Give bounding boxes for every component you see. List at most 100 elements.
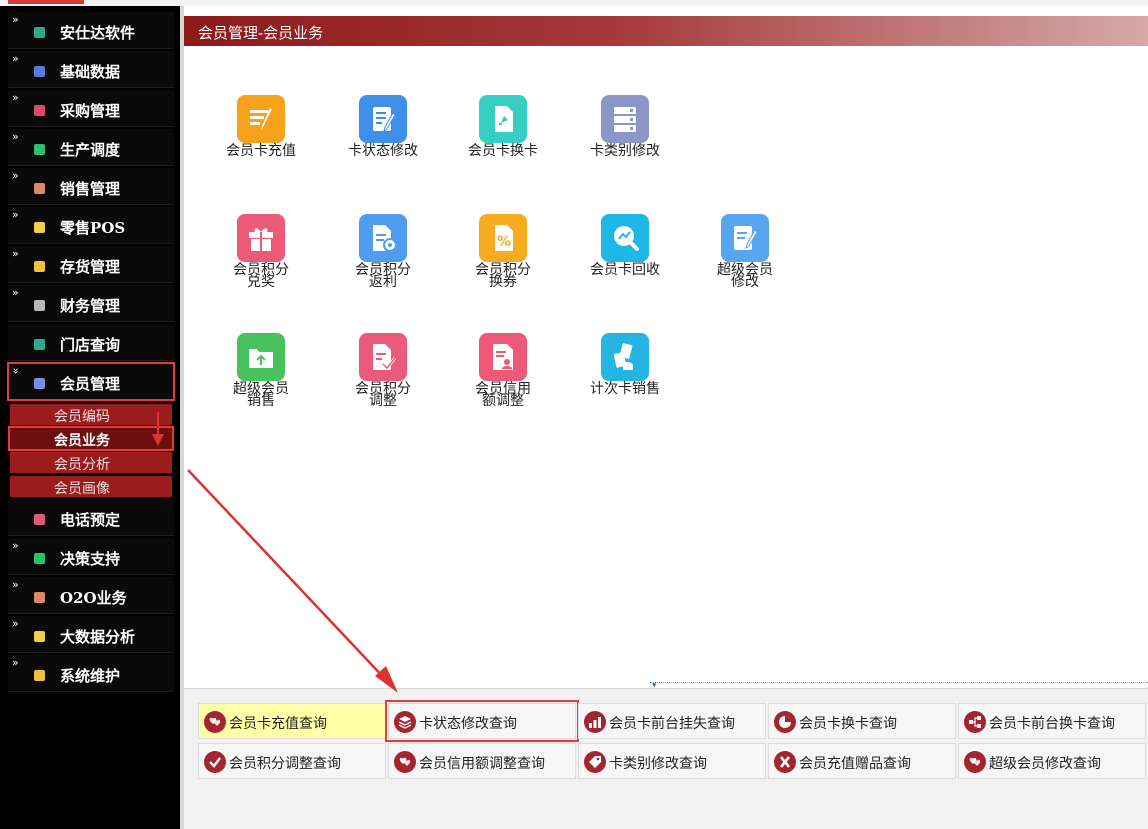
tile-label: 计次卡销售: [590, 381, 660, 397]
sidebar-item-label: 决策支持: [60, 550, 121, 568]
module-icon: [34, 261, 45, 272]
tag-icon: [584, 751, 606, 773]
query-card-replace[interactable]: 会员卡换卡查询: [768, 703, 956, 739]
sidebar-item-purchase[interactable]: » 采购管理: [8, 90, 174, 127]
tile-points-adjust[interactable]: 会员积分调整: [328, 333, 438, 443]
hearts-icon: [964, 751, 986, 773]
query-recharge-gift[interactable]: 会员充值赠品查询: [768, 743, 956, 779]
module-icon: [34, 105, 45, 116]
tile-label: 超级会员修改: [717, 262, 773, 290]
chevron-right-icon: »: [12, 208, 19, 221]
points-rebate-icon: [359, 214, 407, 262]
sidebar-item-decision-support[interactable]: » 决策支持: [8, 538, 174, 575]
credit-adjust-icon: [479, 333, 527, 381]
points-adjust-icon: [359, 333, 407, 381]
card-replace-icon: [479, 95, 527, 143]
query-card-type-edit[interactable]: 卡类别修改查询: [578, 743, 766, 779]
module-icon: [34, 222, 45, 233]
sidebar-item-inventory[interactable]: » 存货管理: [8, 246, 174, 283]
sidebar-item-sales[interactable]: » 销售管理: [8, 168, 174, 205]
sidebar-item-system-maintenance[interactable]: » 系统维护: [8, 655, 174, 692]
submenu-item-label: 会员画像: [54, 481, 110, 497]
sidebar-item-label: O2O业务: [60, 589, 127, 607]
chevron-right-icon: »: [12, 52, 19, 65]
tile-label: 会员积分兑奖: [233, 262, 289, 290]
tile-count-card-sale[interactable]: 计次卡销售: [570, 333, 680, 443]
sidebar-item-label: 会员管理: [60, 375, 121, 393]
tile-label: 超级会员销售: [233, 381, 289, 409]
chevron-right-icon: »: [12, 656, 19, 669]
card-type-edit-icon: [601, 95, 649, 143]
module-icon: [34, 66, 45, 77]
tile-card-recharge[interactable]: 会员卡充值: [206, 95, 316, 205]
sidebar-item-member-management[interactable]: » 会员管理: [7, 362, 175, 401]
tile-super-member-edit[interactable]: 超级会员修改: [690, 214, 800, 324]
count-card-sale-icon: [601, 333, 649, 381]
tile-super-member-sale[interactable]: 超级会员销售: [206, 333, 316, 443]
query-label: 会员信用额调整查询: [419, 756, 545, 772]
sidebar-item-store-query[interactable]: 门店查询: [8, 324, 174, 361]
tile-label: 会员卡回收: [590, 262, 660, 278]
sidebar-item-o2o[interactable]: » O2O业务: [8, 577, 174, 614]
module-icon: [34, 631, 45, 642]
module-icon: [34, 592, 45, 603]
module-icon: [34, 27, 45, 38]
sidebar-item-phone-booking[interactable]: 电话预定: [8, 499, 174, 536]
module-icon: [34, 339, 45, 350]
sidebar-item-label: 门店查询: [60, 336, 121, 354]
submenu-item-member-portrait[interactable]: 会员画像: [10, 476, 172, 497]
chevron-right-icon: »: [12, 617, 19, 630]
active-tab-indicator: [8, 0, 84, 4]
query-front-loss-report[interactable]: 会员卡前台挂失查询: [578, 703, 766, 739]
hearts-icon: [394, 751, 416, 773]
tile-label: 会员信用额调整: [475, 381, 531, 409]
submenu-item-member-business[interactable]: 会员业务: [8, 426, 174, 451]
submenu-item-member-analysis[interactable]: 会员分析: [10, 452, 172, 473]
tile-card-replace[interactable]: 会员卡换卡: [448, 95, 558, 205]
query-label: 卡状态修改查询: [419, 716, 517, 732]
check-icon: [204, 751, 226, 773]
chevron-right-icon: »: [12, 286, 19, 299]
points-coupon-icon: %: [479, 214, 527, 262]
tile-credit-adjust[interactable]: 会员信用额调整: [448, 333, 558, 443]
tile-label: 会员卡充值: [226, 143, 296, 159]
sidebar-item-retail-pos[interactable]: » 零售POS: [8, 207, 174, 244]
submenu-item-label: 会员编码: [54, 409, 110, 425]
sidebar-item-finance[interactable]: » 财务管理: [8, 285, 174, 322]
module-icon: [34, 378, 45, 389]
sidebar-item-big-data[interactable]: » 大数据分析: [8, 616, 174, 653]
super-member-sale-icon: [237, 333, 285, 381]
tile-points-rebate[interactable]: 会员积分返利: [328, 214, 438, 324]
tile-points-gift[interactable]: 会员积分兑奖: [206, 214, 316, 324]
hearts-icon: [204, 711, 226, 733]
query-label: 卡类别修改查询: [609, 756, 707, 772]
submenu-item-label: 会员分析: [54, 457, 110, 473]
module-icon: [34, 144, 45, 155]
module-icon: [34, 183, 45, 194]
query-card-status-edit[interactable]: 卡状态修改查询: [385, 700, 579, 742]
sidebar-item-label: 生产调度: [60, 141, 121, 159]
sidebar-item-basic-data[interactable]: » 基础数据: [8, 51, 174, 88]
tile-label: 会员积分换券: [475, 262, 531, 290]
sidebar-item-label: 系统维护: [60, 667, 121, 685]
query-points-adjust[interactable]: 会员积分调整查询: [198, 743, 386, 779]
query-credit-adjust[interactable]: 会员信用额调整查询: [388, 743, 576, 779]
query-card-recharge[interactable]: 会员卡充值查询: [198, 703, 386, 739]
tile-card-status-edit[interactable]: 卡状态修改: [328, 95, 438, 205]
x-icon: [774, 751, 796, 773]
submenu-item-member-code[interactable]: 会员编码: [10, 404, 172, 425]
query-front-card-replace[interactable]: 会员卡前台换卡查询: [958, 703, 1146, 739]
tile-card-type-edit[interactable]: 卡类别修改: [570, 95, 680, 205]
chevron-right-icon: »: [12, 130, 19, 143]
card-recycle-icon: [601, 214, 649, 262]
submenu-item-label: 会员业务: [54, 433, 110, 449]
sidebar-item-label: 基础数据: [60, 63, 121, 81]
query-super-member-edit[interactable]: 超级会员修改查询: [958, 743, 1146, 779]
sidebar-item-production[interactable]: » 生产调度: [8, 129, 174, 166]
chevron-down-icon: »: [9, 367, 23, 375]
sidebar-item-label: 财务管理: [60, 297, 121, 315]
chevron-right-icon: »: [12, 578, 19, 591]
tile-points-coupon[interactable]: % 会员积分换券: [448, 214, 558, 324]
sidebar-item-anshida[interactable]: » 安仕达软件: [8, 12, 174, 49]
tile-card-recycle[interactable]: 会员卡回收: [570, 214, 680, 324]
